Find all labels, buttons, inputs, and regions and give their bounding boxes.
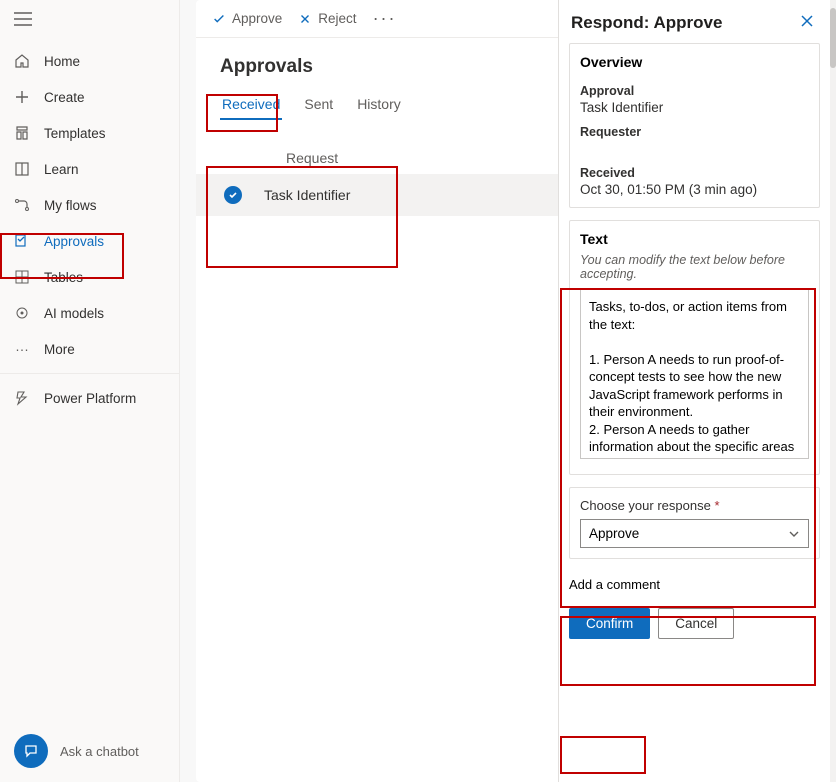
nav-list: Home Create Templates Learn My flows App… bbox=[0, 43, 179, 416]
powerplatform-icon bbox=[14, 390, 30, 406]
sidebar-item-aimodels[interactable]: AI models bbox=[0, 295, 179, 331]
book-icon bbox=[14, 161, 30, 177]
home-icon bbox=[14, 53, 30, 69]
more-actions[interactable]: ··· bbox=[373, 8, 397, 29]
text-box: Text You can modify the text below befor… bbox=[569, 220, 820, 475]
divider bbox=[0, 373, 179, 374]
text-heading: Text bbox=[580, 231, 809, 247]
tab-received[interactable]: Received bbox=[220, 90, 282, 120]
overview-box: Overview Approval Task Identifier Reques… bbox=[569, 43, 820, 208]
close-icon bbox=[800, 14, 814, 28]
sidebar-item-more[interactable]: ··· More bbox=[0, 331, 179, 367]
response-select[interactable]: Approve bbox=[580, 519, 809, 548]
requester-value bbox=[580, 141, 809, 156]
template-icon bbox=[14, 125, 30, 141]
plus-icon bbox=[14, 89, 30, 105]
comment-label: Add a comment bbox=[569, 577, 820, 592]
row-selected-icon bbox=[224, 186, 242, 204]
approve-action-label: Approve bbox=[232, 11, 282, 26]
requester-label: Requester bbox=[580, 125, 809, 139]
confirm-button[interactable]: Confirm bbox=[569, 608, 650, 639]
sidebar: Home Create Templates Learn My flows App… bbox=[0, 0, 180, 782]
scrollbar-thumb[interactable] bbox=[830, 8, 836, 68]
text-hint: You can modify the text below before acc… bbox=[580, 253, 809, 281]
reject-action[interactable]: Reject bbox=[298, 11, 356, 26]
reject-action-label: Reject bbox=[318, 11, 356, 26]
sidebar-item-create[interactable]: Create bbox=[0, 79, 179, 115]
x-icon bbox=[298, 12, 312, 26]
tab-sent[interactable]: Sent bbox=[302, 90, 335, 120]
approve-action[interactable]: Approve bbox=[212, 11, 282, 26]
grid-icon bbox=[14, 269, 30, 285]
sidebar-item-label: Create bbox=[44, 90, 85, 105]
chatbot-label: Ask a chatbot bbox=[60, 744, 139, 759]
cancel-button[interactable]: Cancel bbox=[658, 608, 734, 639]
more-icon: ··· bbox=[14, 341, 30, 357]
panel-buttons: Confirm Cancel bbox=[569, 608, 820, 639]
close-button[interactable] bbox=[796, 10, 818, 35]
sidebar-item-label: Templates bbox=[44, 126, 106, 141]
scrollbar-track bbox=[830, 0, 836, 782]
check-icon bbox=[212, 12, 226, 26]
hamburger-button[interactable] bbox=[0, 0, 179, 43]
sidebar-item-myflows[interactable]: My flows bbox=[0, 187, 179, 223]
sidebar-item-label: More bbox=[44, 342, 75, 357]
chatbot-icon bbox=[14, 734, 48, 768]
received-label: Received bbox=[580, 166, 809, 180]
approvals-icon bbox=[14, 233, 30, 249]
ai-icon bbox=[14, 305, 30, 321]
flow-icon bbox=[14, 197, 30, 213]
sidebar-item-label: Learn bbox=[44, 162, 79, 177]
sidebar-item-approvals[interactable]: Approvals bbox=[0, 223, 179, 259]
sidebar-item-label: My flows bbox=[44, 198, 97, 213]
sidebar-item-label: AI models bbox=[44, 306, 104, 321]
approval-value: Task Identifier bbox=[580, 100, 809, 115]
sidebar-item-tables[interactable]: Tables bbox=[0, 259, 179, 295]
response-label: Choose your response * bbox=[580, 498, 809, 513]
approval-label: Approval bbox=[580, 84, 809, 98]
tab-history[interactable]: History bbox=[355, 90, 403, 120]
panel-title: Respond: Approve bbox=[571, 13, 722, 33]
sidebar-item-label: Tables bbox=[44, 270, 83, 285]
sidebar-item-label: Approvals bbox=[44, 234, 104, 249]
sidebar-item-templates[interactable]: Templates bbox=[0, 115, 179, 151]
hamburger-icon bbox=[14, 12, 32, 26]
received-value: Oct 30, 01:50 PM (3 min ago) bbox=[580, 182, 809, 197]
sidebar-item-home[interactable]: Home bbox=[0, 43, 179, 79]
sidebar-chatbot[interactable]: Ask a chatbot bbox=[0, 720, 179, 782]
sidebar-item-label: Home bbox=[44, 54, 80, 69]
sidebar-item-label: Power Platform bbox=[44, 391, 136, 406]
response-value: Approve bbox=[589, 526, 639, 541]
chevron-down-icon bbox=[788, 528, 800, 540]
overview-heading: Overview bbox=[580, 54, 809, 70]
sidebar-item-powerplatform[interactable]: Power Platform bbox=[0, 380, 179, 416]
response-box: Choose your response * Approve bbox=[569, 487, 820, 559]
respond-panel: Respond: Approve Overview Approval Task … bbox=[558, 0, 830, 782]
sidebar-item-learn[interactable]: Learn bbox=[0, 151, 179, 187]
row-title: Task Identifier bbox=[264, 187, 350, 203]
text-input[interactable] bbox=[580, 289, 809, 459]
